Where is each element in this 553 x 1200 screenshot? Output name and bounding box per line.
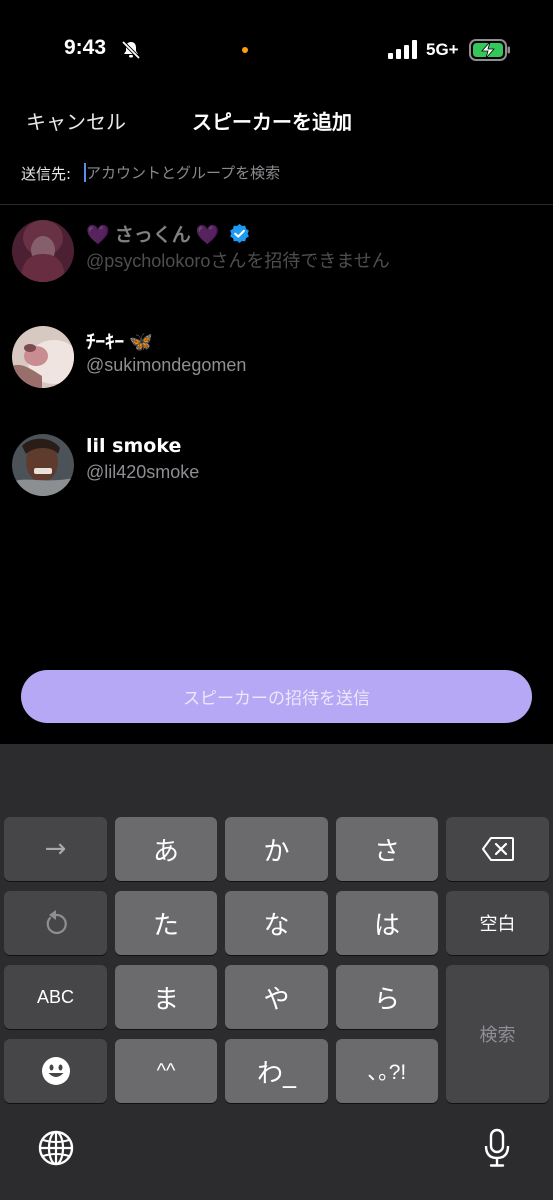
avatar <box>12 434 74 496</box>
key-na[interactable]: な <box>225 891 328 955</box>
abc-key[interactable]: ABC <box>4 965 107 1029</box>
search-input[interactable] <box>86 159 526 187</box>
search-key[interactable]: 検索 <box>446 965 549 1103</box>
undo-key[interactable] <box>4 891 107 955</box>
space-key[interactable]: 空白 <box>446 891 549 955</box>
user-handle-row: @psycholokoroさんを招待できません <box>86 247 390 273</box>
undo-icon <box>46 910 67 935</box>
delete-key[interactable] <box>446 817 549 881</box>
microphone-icon[interactable] <box>483 1128 511 1168</box>
list-item-user-psycholokoro[interactable]: 💜 さっくん 💜 @psycholokoroさんを招待できません <box>0 212 553 298</box>
key-sa[interactable]: さ <box>336 817 438 881</box>
delete-backward-icon <box>481 837 514 861</box>
key-punctuation[interactable]: ､｡?! <box>336 1039 438 1103</box>
kaomoji-key-label: ^^ <box>156 1059 176 1082</box>
avatar <box>12 326 74 388</box>
globe-icon[interactable] <box>38 1130 74 1166</box>
search-key-label: 検索 <box>479 1025 516 1045</box>
key-ka[interactable]: か <box>225 817 328 881</box>
send-speaker-invite-button[interactable]: スピーカーの招待を送信 <box>21 670 532 723</box>
key-ha[interactable]: は <box>336 891 438 955</box>
name-suffix-emoji: 💜 <box>195 224 220 246</box>
key-kaomoji[interactable]: ^^ <box>115 1039 217 1103</box>
page-title: スピーカーを追加 <box>192 110 352 134</box>
bell-slash-icon <box>121 40 141 60</box>
privacy-indicator-dot <box>242 47 248 53</box>
punctuation-key-label: ､｡?! <box>367 1061 407 1084</box>
list-item-user-sukimondegomen[interactable]: ﾁｰｷｰ 🦋 @sukimondegomen <box>0 318 553 404</box>
next-candidate-key[interactable]: → <box>4 817 107 881</box>
user-name-row: ﾁｰｷｰ 🦋 <box>86 327 153 354</box>
user-name-row: 💜 さっくん 💜 <box>86 220 250 247</box>
key-wa[interactable]: わ_ <box>225 1039 328 1103</box>
user-handle: @lil420smoke <box>86 462 200 482</box>
invite-unavailable-note: さんを招待できません <box>210 251 390 271</box>
japanese-kana-keyboard: → あ か さ た な は 空白 ABC ま や ら 検索 ^^ わ_ ､｡?! <box>0 744 553 1200</box>
user-name: lil smoke <box>86 435 182 457</box>
key-ya[interactable]: や <box>225 965 328 1029</box>
emoji-key[interactable] <box>4 1039 107 1103</box>
key-ma[interactable]: ま <box>115 965 217 1029</box>
cancel-button[interactable]: キャンセル <box>26 106 126 135</box>
key-ta[interactable]: た <box>115 891 217 955</box>
user-name: さっくん <box>114 224 191 246</box>
user-handle: @sukimondegomen <box>86 355 247 375</box>
user-handle: @psycholokoro <box>86 251 211 271</box>
space-key-label: 空白 <box>479 914 516 934</box>
network-type: 5G+ <box>426 40 459 59</box>
emoji-smile-icon <box>41 1057 70 1085</box>
cellular-signal-icon <box>388 40 417 59</box>
name-emoji: 🦋 <box>129 331 153 353</box>
abc-key-label: ABC <box>36 986 74 1007</box>
key-a[interactable]: あ <box>115 817 217 881</box>
key-ra[interactable]: ら <box>336 965 438 1029</box>
user-name: ﾁｰｷｰ <box>86 331 125 353</box>
name-prefix-emoji: 💜 <box>86 224 110 246</box>
verified-badge-icon <box>229 223 249 244</box>
battery-charging-icon <box>469 39 510 61</box>
arrow-right-icon: → <box>44 834 67 864</box>
avatar <box>12 220 74 282</box>
list-item-user-lil420smoke[interactable]: lil smoke @lil420smoke <box>0 426 553 512</box>
divider <box>0 204 553 205</box>
status-time: 9:43 <box>64 36 107 59</box>
recipient-label: 送信先: <box>21 165 72 183</box>
